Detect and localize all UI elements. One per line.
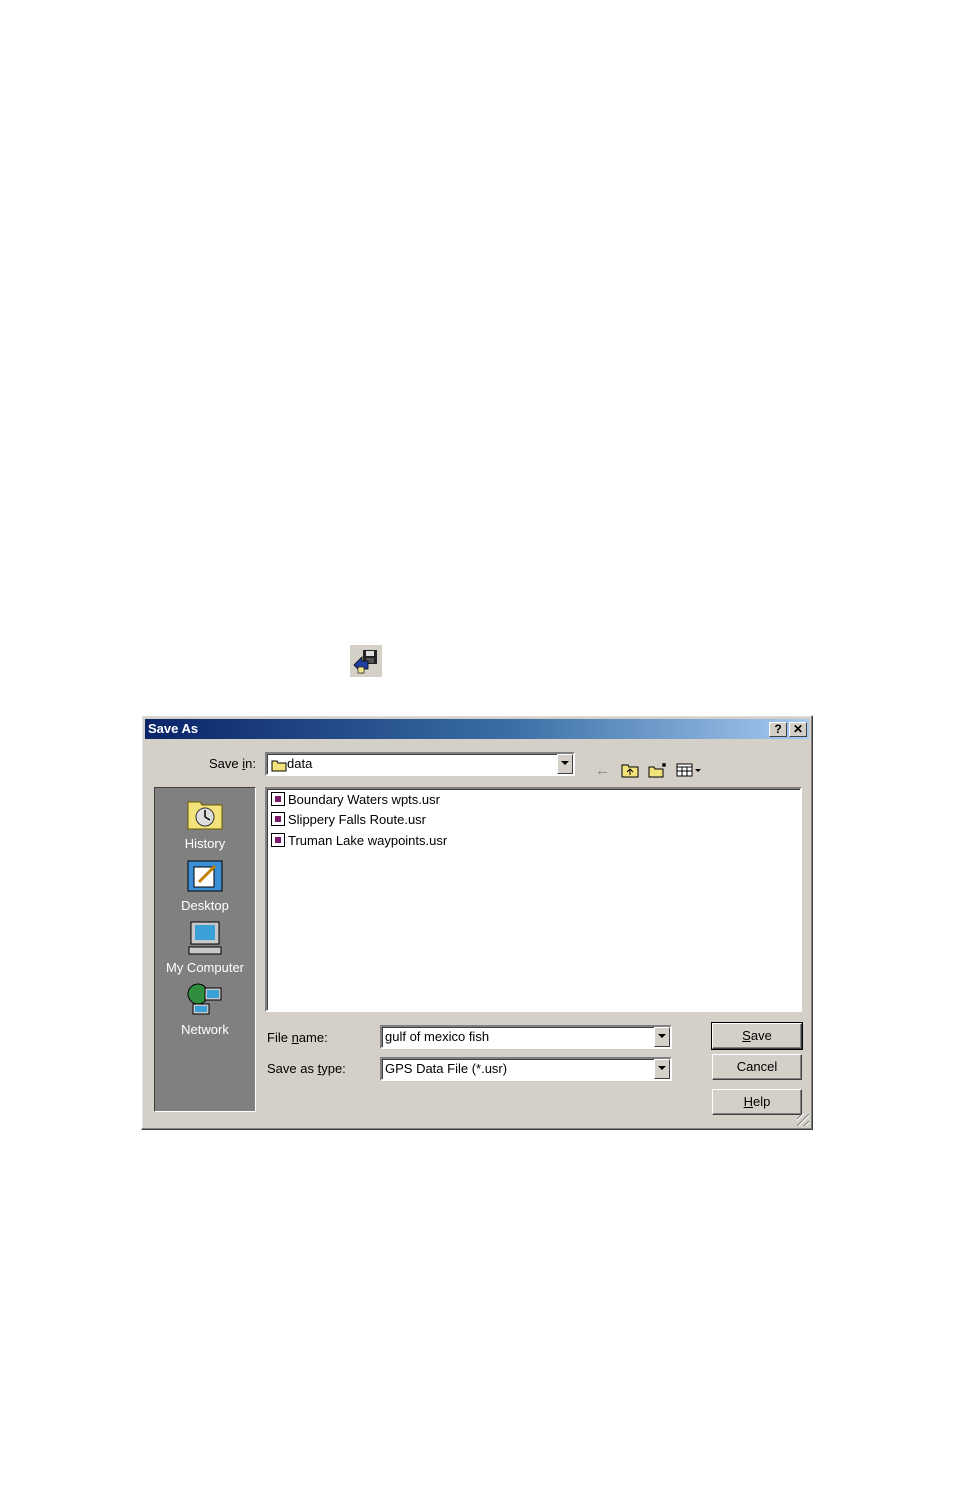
history-icon (185, 796, 225, 832)
file-name-dropdown-arrow[interactable] (654, 1027, 670, 1047)
place-network-label: Network (181, 1022, 229, 1037)
save-in-label: Save in: (209, 756, 256, 771)
view-menu-icon[interactable] (676, 762, 702, 782)
save-as-type-label: Save as type: (267, 1061, 346, 1076)
place-my-computer[interactable]: My Computer (155, 920, 255, 975)
dialog-title: Save As (148, 721, 199, 736)
save-as-toolbar-icon[interactable] (350, 645, 382, 677)
place-desktop[interactable]: Desktop (155, 858, 255, 913)
place-history-label: History (184, 836, 226, 851)
help-button[interactable]: Help (712, 1089, 802, 1115)
place-network[interactable]: Network (155, 982, 255, 1037)
save-in-dropdown-arrow[interactable] (557, 754, 573, 774)
new-folder-icon[interactable] (648, 762, 668, 782)
save-as-type-value: GPS Data File (*.usr) (385, 1061, 508, 1076)
file-list[interactable]: Boundary Waters wpts.usr Slippery Falls … (265, 787, 802, 1012)
save-button[interactable]: Save (711, 1022, 803, 1050)
cancel-button[interactable]: Cancel (712, 1054, 802, 1080)
list-item[interactable]: Boundary Waters wpts.usr (271, 792, 440, 810)
places-bar: History Desktop My Computer Network (154, 787, 256, 1112)
save-as-dialog: Save As ? ✕ Save in: data ← History Desk… (141, 715, 813, 1130)
resize-grip[interactable] (797, 1114, 809, 1126)
folder-icon (271, 758, 287, 775)
list-item[interactable]: Slippery Falls Route.usr (271, 812, 426, 830)
save-in-dropdown[interactable]: data (265, 752, 575, 776)
save-as-type-dropdown[interactable]: GPS Data File (*.usr) (380, 1057, 672, 1081)
place-history[interactable]: History (155, 796, 255, 851)
usr-file-icon (271, 833, 285, 847)
network-icon (185, 982, 225, 1018)
usr-file-icon (271, 812, 285, 826)
desktop-icon (185, 858, 225, 894)
file-name-field[interactable]: gulf of mexico fish (380, 1025, 672, 1049)
my-computer-icon (185, 920, 225, 956)
save-in-value: data (287, 756, 313, 771)
file-name-value: gulf of mexico fish (385, 1029, 490, 1044)
back-arrow-icon[interactable]: ← (595, 762, 610, 779)
place-my-computer-label: My Computer (165, 960, 245, 975)
place-desktop-label: Desktop (181, 898, 229, 913)
up-folder-icon[interactable] (621, 762, 639, 782)
usr-file-icon (271, 792, 285, 806)
close-button[interactable]: ✕ (789, 722, 807, 737)
title-bar[interactable]: Save As ? ✕ (145, 719, 809, 739)
help-caption-button[interactable]: ? (769, 722, 787, 737)
list-item[interactable]: Truman Lake waypoints.usr (271, 833, 447, 851)
file-name-label: File name: (267, 1030, 328, 1045)
save-as-type-dropdown-arrow[interactable] (654, 1059, 670, 1079)
